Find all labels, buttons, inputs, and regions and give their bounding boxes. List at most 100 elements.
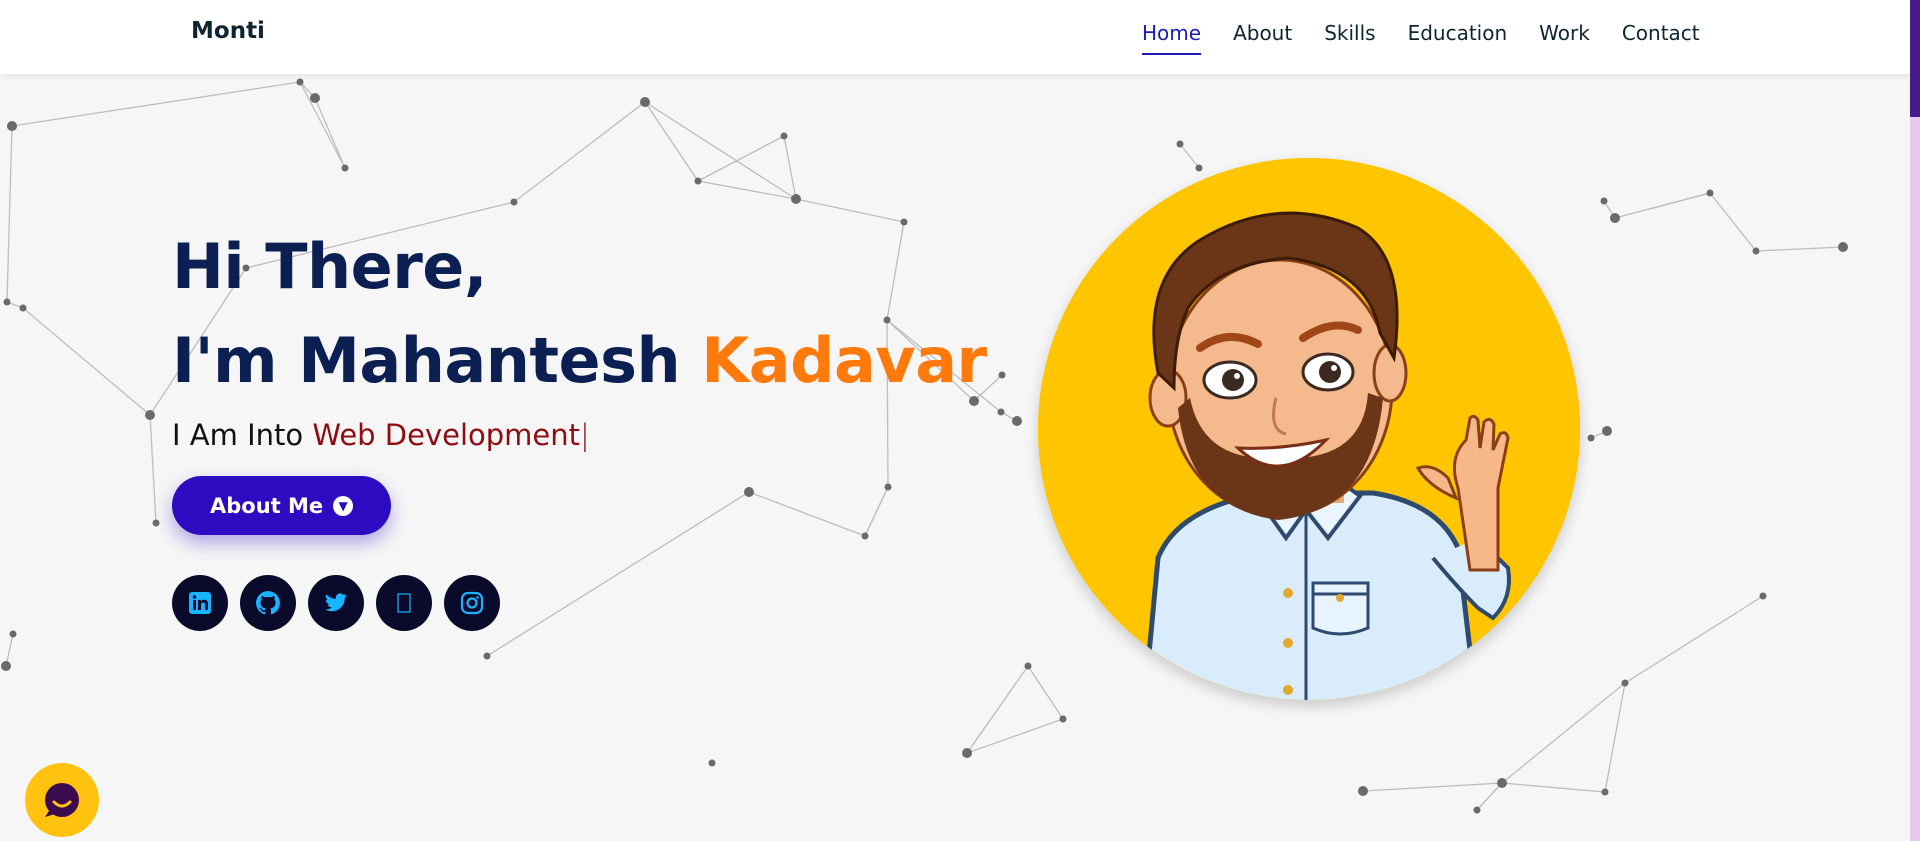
social-links (172, 575, 987, 631)
particle-node (1059, 715, 1067, 723)
github-icon (256, 591, 280, 615)
particle-link (1614, 192, 1711, 219)
particle-node (962, 748, 972, 758)
name-accent: Kadavar (701, 324, 987, 397)
particle-node (1610, 213, 1620, 223)
particle-link (1476, 782, 1503, 811)
particle-link (22, 307, 151, 416)
particle-link (697, 135, 785, 182)
particle-link (1501, 782, 1606, 793)
particle-node (1752, 247, 1760, 255)
particle-node (708, 759, 716, 767)
brand-logo[interactable]: Monti (191, 18, 265, 44)
typed-cursor: | (580, 418, 590, 452)
particle-node (19, 304, 27, 312)
particle-node (9, 630, 17, 638)
particle-link (1027, 665, 1064, 720)
particle-link (966, 665, 1029, 754)
particle-link (1362, 782, 1503, 792)
particle-node (1024, 662, 1032, 670)
particle-node (694, 177, 702, 185)
instagram-icon (460, 591, 484, 615)
nav-link-work[interactable]: Work (1539, 21, 1590, 55)
particle-node (1600, 197, 1608, 205)
particle-link (644, 101, 797, 200)
particle-node (998, 371, 1006, 379)
scrollbar-thumb[interactable] (1910, 0, 1920, 117)
particle-link (795, 198, 905, 223)
particle-link (1179, 143, 1200, 169)
particle-node (3, 298, 11, 306)
particle-node (145, 410, 155, 420)
twitter-icon (325, 593, 347, 612)
particle-node (1601, 788, 1609, 796)
nav-links: Home About Skills Education Work Contact (1142, 21, 1732, 55)
particle-link (11, 81, 301, 127)
about-me-label: About Me (210, 493, 324, 518)
nav-link-about[interactable]: About (1233, 21, 1292, 55)
particle-node (1621, 679, 1629, 687)
nav-link-home[interactable]: Home (1142, 21, 1202, 55)
particle-node (152, 519, 160, 527)
twitter-link[interactable] (308, 575, 364, 631)
nav-link-education[interactable]: Education (1408, 21, 1508, 55)
typed-line: I Am Into Web Development| (172, 418, 987, 452)
typed-word: Web Development (312, 418, 581, 452)
chat-bubble-icon (45, 783, 79, 817)
avatar (1038, 158, 1580, 700)
greeting-text: Hi There, (172, 230, 487, 303)
particle-node (296, 78, 304, 86)
dev-icon (397, 593, 411, 613)
particle-node (1012, 416, 1022, 426)
particle-node (7, 121, 17, 131)
about-me-button[interactable]: About Me ▼ (172, 476, 392, 535)
particle-node (1838, 242, 1848, 252)
particle-node (1473, 806, 1481, 814)
linkedin-icon (189, 592, 211, 614)
particle-node (997, 408, 1005, 416)
particle-node (1497, 778, 1507, 788)
particle-link (783, 135, 797, 200)
particle-link (6, 125, 13, 303)
particle-node (1759, 592, 1767, 600)
particle-link (1755, 246, 1844, 252)
linkedin-link[interactable] (172, 575, 228, 631)
name-prefix: I'm Mahantesh (172, 324, 702, 397)
navbar: Monti Home About Skills Education Work C… (0, 0, 1910, 74)
nav-link-skills[interactable]: Skills (1324, 21, 1375, 55)
particle-link (1709, 192, 1757, 252)
particle-node (640, 97, 650, 107)
particle-node (791, 194, 801, 204)
particle-link (314, 97, 346, 169)
particle-link (644, 101, 699, 182)
particle-node (483, 652, 491, 660)
hero-section: Hi There, I'm Mahantesh Kadavar I Am Int… (172, 220, 987, 631)
particle-node (1, 661, 11, 671)
particle-node (1706, 189, 1714, 197)
instagram-link[interactable] (444, 575, 500, 631)
typed-prefix: I Am Into (172, 418, 313, 452)
particle-link (149, 414, 157, 524)
particle-node (1176, 140, 1184, 148)
particle-node (1195, 164, 1203, 172)
bitmoji-avatar-icon (1038, 158, 1580, 700)
particle-link (1624, 595, 1764, 684)
hero-heading: Hi There, I'm Mahantesh Kadavar (172, 220, 987, 408)
particle-node (510, 198, 518, 206)
particle-node (1587, 434, 1595, 442)
scrollbar-track[interactable] (1910, 0, 1920, 841)
particle-link (513, 101, 646, 203)
particle-node (1602, 426, 1612, 436)
dev-link[interactable] (376, 575, 432, 631)
particle-link (299, 81, 346, 169)
chat-button[interactable] (25, 763, 99, 837)
particle-link (1604, 682, 1626, 793)
github-link[interactable] (240, 575, 296, 631)
particle-node (1358, 786, 1368, 796)
particle-link (966, 718, 1064, 754)
particle-node (780, 132, 788, 140)
particle-node (310, 93, 320, 103)
particle-node (341, 164, 349, 172)
chevron-down-circle-icon: ▼ (333, 495, 354, 516)
nav-link-contact[interactable]: Contact (1622, 21, 1700, 55)
